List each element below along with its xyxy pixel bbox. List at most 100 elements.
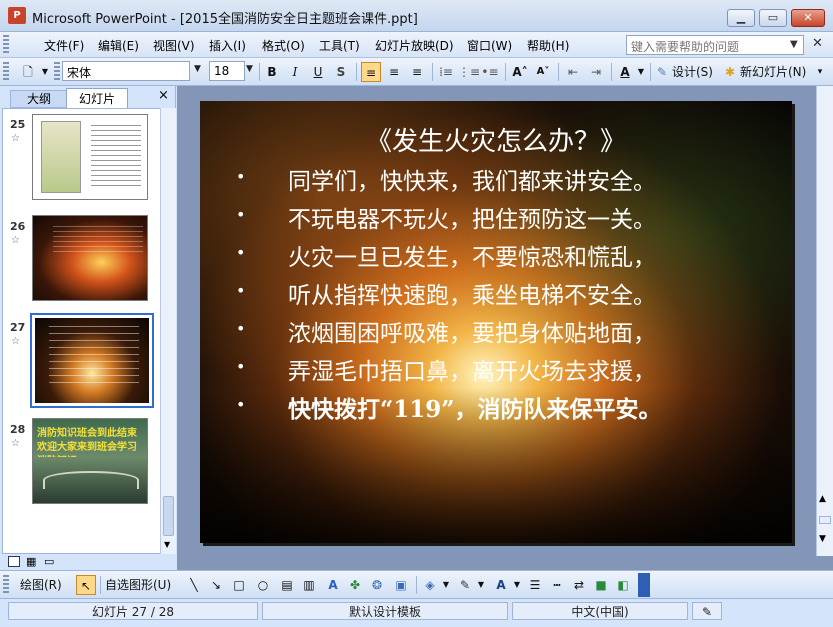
- slide-thumbnail-25[interactable]: [32, 114, 148, 200]
- menu-format[interactable]: 格式(O): [262, 37, 305, 54]
- thumbnail-27-image: [35, 318, 149, 403]
- menu-insert[interactable]: 插入(I): [209, 37, 246, 54]
- clipart-icon[interactable]: ❂: [368, 575, 386, 595]
- menu-slideshow[interactable]: 幻灯片放映(D): [375, 37, 454, 54]
- slide-thumbnail-26[interactable]: [32, 215, 148, 301]
- bold-button[interactable]: B: [263, 62, 281, 82]
- chevron-down-icon[interactable]: ▼: [246, 64, 253, 74]
- fill-color-icon[interactable]: ◈: [421, 575, 439, 595]
- previous-slide-icon[interactable]: ▲: [819, 494, 826, 504]
- underline-button[interactable]: U: [309, 62, 327, 82]
- numbered-list-icon[interactable]: ⋮≡: [458, 62, 480, 82]
- slide-thumbnail-27-selected[interactable]: [30, 313, 154, 408]
- chevron-down-icon[interactable]: ▼: [636, 62, 646, 82]
- rectangle-tool-icon[interactable]: □: [230, 575, 248, 595]
- shadow-style-icon[interactable]: ■: [592, 575, 610, 595]
- increase-indent-icon[interactable]: ⇥: [586, 62, 606, 82]
- design-template-status[interactable]: 默认设计模板: [262, 602, 508, 620]
- thumbnails-scrollbar[interactable]: ▼: [160, 108, 176, 554]
- chevron-down-icon[interactable]: ▼: [194, 64, 201, 74]
- italic-button[interactable]: I: [286, 62, 304, 82]
- thumbnail-cartoon-image: [41, 121, 81, 193]
- toolbar-options-icon[interactable]: [638, 573, 650, 597]
- slide-sorter-view-icon[interactable]: ▦: [26, 555, 36, 568]
- 3d-style-icon[interactable]: ◧: [614, 575, 632, 595]
- align-right-button[interactable]: ≡: [407, 62, 427, 82]
- slide-position-status: 幻灯片 27 / 28: [8, 602, 258, 620]
- spelling-check-icon[interactable]: ✎: [692, 602, 722, 620]
- dash-style-icon[interactable]: ┅: [548, 575, 566, 595]
- align-left-button[interactable]: ≡: [361, 62, 381, 82]
- slide-thumbnail-28[interactable]: 消防知识班会到此结束 欢迎大家来到班会学习消防知识: [32, 418, 148, 504]
- minimize-button[interactable]: ▁: [727, 9, 755, 27]
- picture-icon[interactable]: ▣: [392, 575, 410, 595]
- chevron-down-icon[interactable]: ▼: [512, 575, 522, 595]
- next-slide-icon[interactable]: ▼: [819, 534, 826, 544]
- align-center-button[interactable]: ≡: [384, 62, 404, 82]
- draw-menu-button[interactable]: 绘图(R): [20, 575, 62, 595]
- design-button[interactable]: 设计(S): [672, 62, 713, 82]
- bullet-list-icon[interactable]: •≡: [480, 62, 500, 82]
- toolbar-grip[interactable]: [3, 575, 9, 595]
- slide-text-line-1: 同学们，快快来，我们都来讲安全。: [288, 169, 656, 195]
- current-slide[interactable]: 《发生火灾怎么办？》 • 同学们，快快来，我们都来讲安全。 • 不玩电器不玩火，…: [200, 101, 792, 543]
- maximize-button[interactable]: ▭: [759, 9, 787, 27]
- decrease-font-size-icon[interactable]: A˅: [533, 62, 553, 82]
- tab-outline[interactable]: 大纲: [10, 90, 68, 108]
- document-close-icon[interactable]: ✕: [812, 36, 823, 51]
- menu-window[interactable]: 窗口(W): [467, 37, 512, 54]
- toolbar-separator: [416, 576, 417, 594]
- slide-scrollbar[interactable]: ▲ ▼: [816, 86, 833, 556]
- slide-text-line-4: 听从指挥快速跑，乘坐电梯不安全。: [288, 283, 656, 309]
- decrease-indent-icon[interactable]: ⇤: [563, 62, 583, 82]
- line-color-icon[interactable]: ✎: [456, 575, 474, 595]
- normal-view-icon[interactable]: [8, 556, 20, 567]
- scroll-down-icon[interactable]: ▼: [164, 540, 170, 549]
- scrollbar-thumb[interactable]: [163, 496, 174, 536]
- design-icon[interactable]: ✎: [654, 62, 670, 82]
- shadow-button[interactable]: S: [332, 62, 350, 82]
- chevron-down-icon[interactable]: ▼: [476, 575, 486, 595]
- autoshapes-menu-button[interactable]: 自选图形(U): [105, 575, 171, 595]
- menu-grip[interactable]: [3, 35, 9, 55]
- textbox-tool-icon[interactable]: ▤: [278, 575, 296, 595]
- new-slide-button[interactable]: 新幻灯片(N): [740, 62, 806, 82]
- panel-close-icon[interactable]: ×: [158, 88, 169, 103]
- slide-number-26: 26: [10, 220, 26, 233]
- wordart-icon[interactable]: A: [324, 575, 342, 595]
- toolbar-options-icon[interactable]: ▾: [812, 62, 828, 82]
- menu-file[interactable]: 文件(F): [44, 37, 84, 54]
- arrow-style-icon[interactable]: ⇄: [570, 575, 588, 595]
- oval-tool-icon[interactable]: ○: [254, 575, 272, 595]
- increase-font-size-icon[interactable]: A˄: [510, 62, 530, 82]
- distributed-align-icon[interactable]: ⁞≡: [436, 62, 456, 82]
- help-search-input[interactable]: 键入需要帮助的问题: [626, 35, 804, 55]
- line-tool-icon[interactable]: ╲: [186, 575, 202, 595]
- diagram-icon[interactable]: ✤: [346, 575, 364, 595]
- toolbar-grip-font[interactable]: [54, 62, 60, 82]
- slideshow-view-icon[interactable]: ▭: [44, 555, 54, 568]
- menu-view[interactable]: 视图(V): [153, 37, 195, 54]
- select-pointer-icon[interactable]: ↖: [76, 575, 96, 595]
- font-color-button[interactable]: A: [615, 62, 635, 82]
- menu-help[interactable]: 帮助(H): [527, 37, 569, 54]
- tab-slides[interactable]: 幻灯片: [66, 88, 128, 108]
- chevron-down-icon[interactable]: ▼: [441, 575, 451, 595]
- font-name-select[interactable]: 宋体: [62, 61, 190, 81]
- menu-edit[interactable]: 编辑(E): [98, 37, 139, 54]
- select-browse-object-icon[interactable]: [819, 516, 831, 524]
- font-size-select[interactable]: 18: [209, 61, 245, 81]
- thumbnail-text-block: [49, 326, 139, 386]
- arrow-tool-icon[interactable]: ↘: [208, 575, 224, 595]
- powerpoint-app-icon[interactable]: P: [8, 7, 26, 24]
- drawing-font-color-icon[interactable]: A: [492, 575, 510, 595]
- chevron-down-icon[interactable]: ▼: [40, 62, 50, 82]
- new-slide-icon[interactable]: ✱: [722, 62, 738, 82]
- menu-tools[interactable]: 工具(T): [319, 37, 360, 54]
- close-button[interactable]: ✕: [791, 9, 825, 27]
- new-document-icon[interactable]: 🗋: [18, 62, 38, 82]
- vertical-textbox-icon[interactable]: ▥: [300, 575, 318, 595]
- toolbar-grip[interactable]: [3, 62, 9, 82]
- chevron-down-icon[interactable]: ▼: [790, 39, 798, 50]
- line-style-icon[interactable]: ☰: [526, 575, 544, 595]
